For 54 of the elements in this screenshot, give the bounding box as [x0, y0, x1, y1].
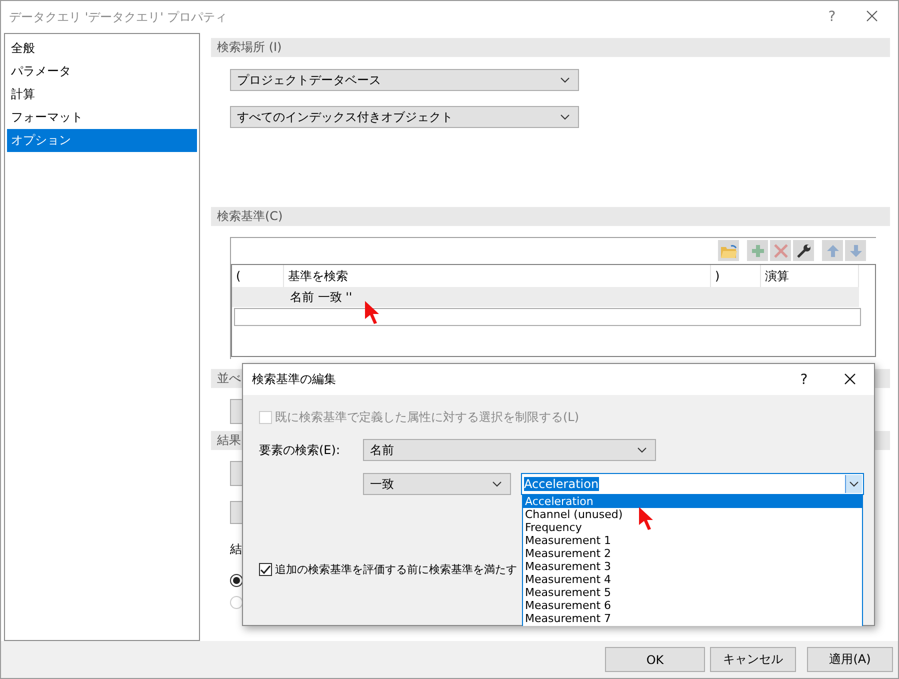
chevron-icon: [492, 481, 502, 487]
folder-icon: [720, 242, 738, 258]
window-title: データクエリ 'データクエリ' プロパティ: [9, 8, 228, 26]
sidebar-item[interactable]: オプション: [7, 129, 197, 152]
dropdown-button[interactable]: [845, 475, 862, 493]
folder-button[interactable]: [718, 240, 739, 261]
field-label: 要素の検索(E):: [259, 442, 341, 458]
sidebar-item[interactable]: パラメータ: [7, 60, 197, 83]
sidebar-item[interactable]: 全般: [7, 37, 197, 60]
checkbox-label: 既に検索基準で定義した属性に対する選択を制限する(L): [275, 408, 580, 426]
chevron-icon: [849, 481, 859, 487]
cursor-icon: [364, 300, 380, 324]
sidebar-item[interactable]: 計算: [7, 83, 197, 106]
plus-icon: [750, 242, 766, 258]
ok-button[interactable]: OK: [605, 647, 705, 672]
value-combo-field[interactable]: Acceleration: [521, 473, 864, 495]
dropdown[interactable]: プロジェクトデータベース: [230, 69, 579, 91]
list-option[interactable]: Measurement 5: [523, 586, 862, 599]
up-arrow-icon: [826, 244, 840, 258]
help-button[interactable]: ?: [794, 372, 814, 388]
help-button[interactable]: ?: [822, 9, 842, 25]
results-label: 結: [230, 541, 242, 558]
wrench-icon: [796, 242, 812, 258]
chevron-icon: [560, 114, 570, 120]
checkbox[interactable]: [259, 562, 272, 576]
list-option[interactable]: Measurement 3: [523, 560, 862, 573]
list-option[interactable]: Acceleration: [523, 495, 862, 508]
list-option[interactable]: Measurement 7: [523, 612, 862, 625]
list-option[interactable]: Measurement 1: [523, 534, 862, 547]
section-header: 検索場所 (I): [211, 38, 890, 57]
apply-button[interactable]: 適用(A): [807, 647, 893, 672]
new-row-field[interactable]: [234, 308, 861, 326]
list-option[interactable]: Measurement 4: [523, 573, 862, 586]
dialog-title: 検索基準の編集: [252, 371, 337, 388]
table-cell: 名前 一致 '': [290, 288, 352, 306]
section-header: 検索基準(C): [211, 207, 890, 226]
list-option[interactable]: Measurement 2: [523, 547, 862, 560]
dropdown[interactable]: 一致: [363, 473, 511, 495]
sidebar-item[interactable]: フォーマット: [7, 106, 197, 129]
chevron-icon: [560, 77, 570, 83]
dropdown[interactable]: 名前: [363, 439, 656, 461]
list-option[interactable]: Frequency: [523, 521, 862, 534]
cursor-icon: [638, 506, 654, 530]
cross-icon: [772, 242, 788, 258]
list-option[interactable]: Measurement 6: [523, 599, 862, 612]
cancel-button[interactable]: キャンセル: [710, 647, 796, 672]
dropdown[interactable]: すべてのインデックス付きオブジェクト: [230, 106, 579, 128]
wrench-button[interactable]: [793, 240, 814, 261]
close-button[interactable]: [844, 372, 858, 386]
chevron-icon: [637, 447, 647, 453]
list-option[interactable]: Channel (unused): [523, 508, 862, 521]
checkbox-label: 追加の検索基準を評価する前に検索基準を満たす: [275, 562, 517, 576]
down-arrow-icon: [848, 244, 862, 258]
close-button[interactable]: [866, 10, 880, 24]
